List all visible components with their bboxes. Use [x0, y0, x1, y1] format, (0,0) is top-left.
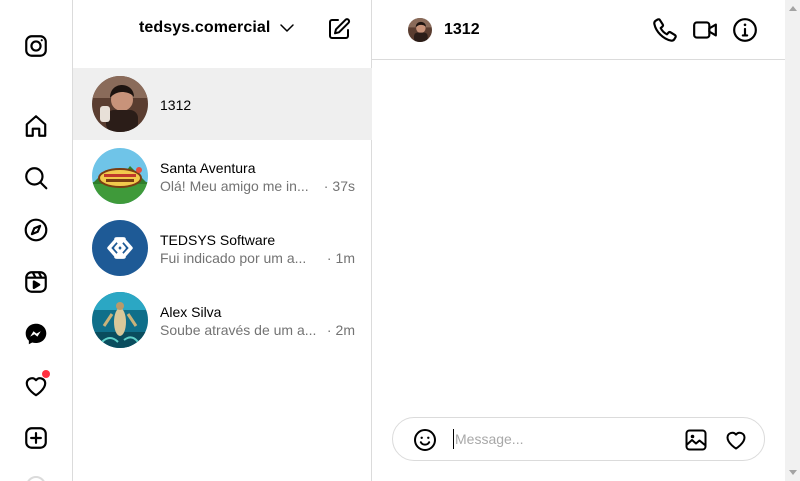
video-call-icon[interactable] [692, 17, 718, 43]
info-icon[interactable] [732, 17, 758, 43]
thread-time: 37s [332, 178, 355, 194]
avatar [92, 76, 148, 132]
page-scrollbar[interactable] [785, 0, 800, 481]
thread-name: TEDSYS Software [160, 232, 276, 248]
notification-badge [42, 370, 50, 378]
new-message-icon[interactable] [327, 17, 351, 41]
thread-name: Santa Aventura [160, 160, 256, 176]
conversation-pane: 1312 [372, 0, 785, 481]
avatar [92, 292, 148, 348]
emoji-icon[interactable] [413, 428, 437, 452]
thread-preview: Soube através de um a... · 2m [160, 322, 355, 338]
thread-name: Alex Silva [160, 304, 222, 320]
avatar [92, 148, 148, 204]
preview-text: Soube através de um a... [160, 322, 317, 338]
profile-avatar-partial[interactable] [26, 476, 46, 481]
create-plus-icon[interactable] [22, 424, 50, 452]
account-switcher[interactable]: tedsys.comercial [139, 19, 296, 37]
thread-time: 2m [335, 322, 355, 338]
thread-time: 1m [335, 250, 355, 266]
inbox-panel: tedsys.comercial 1312 Santa Aventura Olá… [73, 0, 372, 481]
thread-item[interactable]: Alex Silva Soube através de um a... · 2m [73, 284, 372, 356]
search-icon[interactable] [22, 164, 50, 192]
scroll-down-arrow-icon[interactable] [789, 470, 797, 475]
separator-dot: · [326, 250, 332, 266]
thread-name: 1312 [160, 97, 192, 113]
thread-preview: Fui indicado por um a... · 1m [160, 250, 355, 266]
conversation-header: 1312 [372, 0, 785, 60]
thread-preview: Olá! Meu amigo me in... · 37s [160, 178, 355, 194]
reels-icon[interactable] [22, 268, 50, 296]
like-heart-icon[interactable] [724, 428, 748, 452]
preview-text: Olá! Meu amigo me in... [160, 178, 309, 194]
account-name: tedsys.comercial [139, 19, 271, 36]
notifications-heart-icon[interactable] [22, 370, 50, 400]
phone-call-icon[interactable] [652, 17, 678, 43]
inbox-header: tedsys.comercial [73, 0, 371, 60]
explore-compass-icon[interactable] [22, 216, 50, 244]
separator-dot: · [326, 322, 332, 338]
instagram-logo-icon[interactable] [22, 32, 50, 60]
thread-item[interactable]: TEDSYS Software Fui indicado por um a...… [73, 212, 372, 284]
peer-name[interactable]: 1312 [444, 21, 480, 39]
chevron-down-icon [280, 24, 295, 32]
messenger-icon[interactable] [22, 320, 50, 348]
preview-text: Fui indicado por um a... [160, 250, 307, 266]
message-composer [392, 417, 765, 461]
image-upload-icon[interactable] [684, 428, 708, 452]
avatar [92, 220, 148, 276]
message-input[interactable] [453, 429, 673, 449]
peer-avatar[interactable] [408, 18, 432, 42]
nav-rail [0, 0, 73, 481]
thread-item[interactable]: 1312 [73, 68, 372, 140]
thread-item[interactable]: Santa Aventura Olá! Meu amigo me in... ·… [73, 140, 372, 212]
scroll-up-arrow-icon[interactable] [789, 6, 797, 11]
home-icon[interactable] [22, 112, 50, 140]
separator-dot: · [323, 178, 329, 194]
